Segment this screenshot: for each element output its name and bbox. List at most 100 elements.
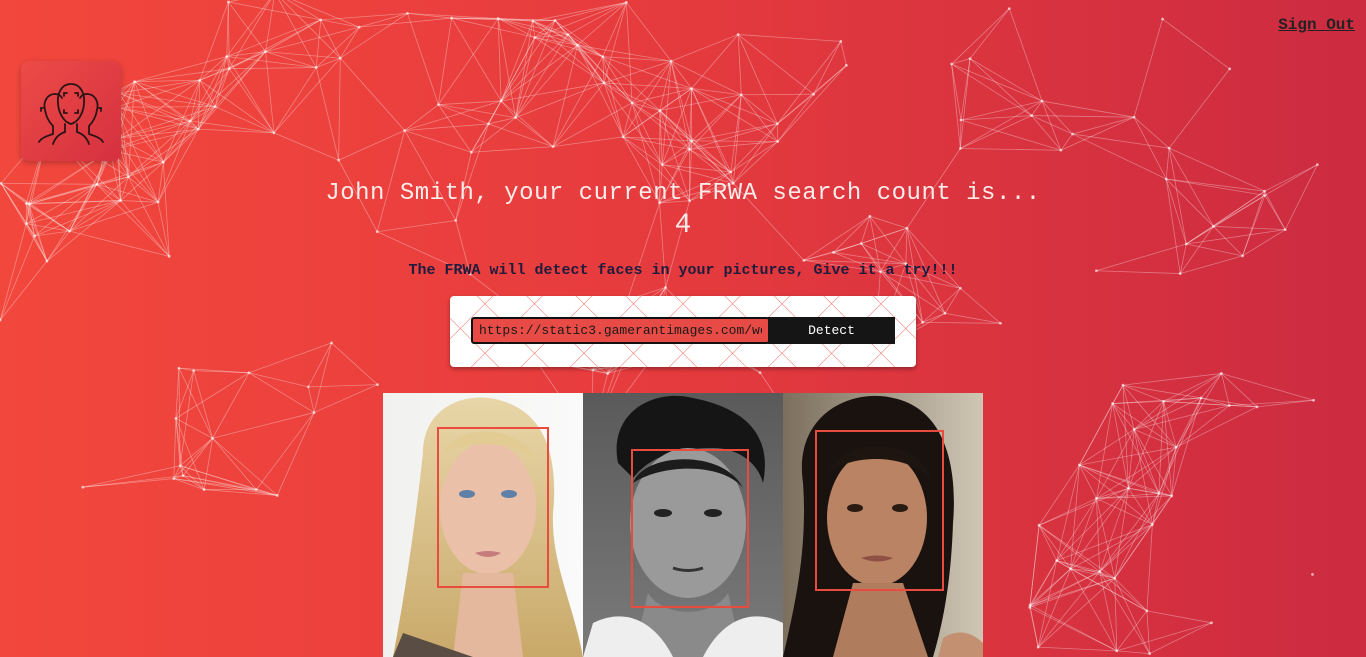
particle-link: [1133, 429, 1160, 494]
particle-link: [173, 478, 278, 496]
particle-dot: [1227, 404, 1231, 407]
particle-link: [1031, 115, 1135, 118]
particle-dot: [601, 55, 605, 59]
particle-dot: [496, 17, 500, 20]
particle-link: [532, 20, 536, 38]
particle-link: [1029, 577, 1115, 608]
particle-link: [1099, 571, 1150, 654]
particle-link: [229, 19, 321, 70]
particle-link: [315, 19, 322, 68]
particle-link: [1176, 405, 1230, 448]
particle-dot: [669, 59, 673, 63]
particle-link: [1146, 610, 1151, 654]
particle-dot: [1036, 645, 1040, 649]
particle-dot: [1151, 523, 1154, 526]
particle-link: [577, 44, 633, 104]
particle-link: [732, 94, 742, 184]
particle-link: [331, 342, 378, 385]
particle-link: [777, 65, 847, 142]
particle-link: [603, 2, 627, 84]
particle-link: [173, 478, 257, 491]
particle-link: [740, 94, 779, 142]
particle-dot: [1098, 570, 1102, 573]
particle-dot: [1255, 405, 1259, 409]
particle-link: [488, 123, 554, 148]
detect-button[interactable]: Detect: [768, 317, 895, 344]
particle-dot: [306, 385, 310, 389]
particle-dot: [1132, 428, 1136, 431]
particle-dot: [1069, 567, 1072, 571]
particle-dot: [247, 371, 251, 375]
particle-link: [960, 115, 1032, 149]
particle-link: [1168, 68, 1231, 149]
particle-dot: [658, 109, 662, 112]
particle-dot: [1157, 492, 1161, 495]
particle-dot: [999, 321, 1002, 325]
particle-link: [1037, 571, 1101, 648]
particle-dot: [314, 66, 318, 69]
particle-dot: [1228, 67, 1232, 71]
particle-link: [602, 2, 627, 57]
particle-link: [691, 34, 739, 89]
particle-dot: [376, 383, 379, 387]
sign-out-link[interactable]: Sign Out: [1278, 16, 1355, 34]
face-detection-box: [815, 430, 944, 591]
image-url-input[interactable]: [471, 317, 770, 344]
particle-link: [404, 130, 472, 153]
particle-link: [515, 34, 569, 118]
particle-link: [338, 58, 341, 161]
particle-dot: [177, 366, 181, 370]
particle-dot: [198, 78, 202, 82]
particle-link: [1114, 578, 1150, 654]
particle-dot: [943, 311, 947, 315]
particle-link: [777, 93, 814, 142]
particle-dot: [630, 101, 634, 105]
particle-link: [116, 79, 200, 108]
particle-link: [1186, 243, 1243, 257]
particle-dot: [739, 93, 743, 97]
particle-link: [691, 123, 778, 142]
particle-link: [228, 1, 266, 52]
faces-icon: [38, 83, 104, 145]
particle-link: [737, 34, 742, 95]
particle-link: [438, 18, 499, 105]
particle-dot: [531, 19, 535, 23]
particle-link: [671, 34, 739, 62]
particle-dot: [624, 1, 628, 4]
particle-link: [777, 93, 814, 125]
particle-dot: [133, 80, 137, 83]
particle-dot: [1059, 148, 1063, 152]
particle-dot: [844, 63, 848, 67]
particle-link: [922, 321, 1001, 324]
particle-dot: [126, 175, 130, 179]
particle-link: [1133, 429, 1177, 448]
particle-dot: [1095, 497, 1098, 500]
particle-dot: [758, 371, 762, 375]
particle-dot: [226, 0, 230, 4]
particle-dot: [1132, 115, 1136, 119]
particle-dot: [312, 411, 316, 414]
particle-link: [500, 100, 554, 147]
particle-link: [625, 2, 633, 103]
particle-dot: [688, 147, 691, 151]
particle-dot: [1145, 609, 1149, 613]
particle-link: [1134, 405, 1230, 430]
particle-link: [567, 2, 627, 35]
particle-dot: [566, 33, 570, 36]
particle-dot: [192, 369, 196, 373]
particle-link: [320, 19, 341, 59]
particle-link: [1056, 524, 1153, 561]
particle-dot: [403, 129, 407, 132]
face-detection-box: [631, 449, 749, 608]
particle-link: [313, 342, 332, 413]
particle-link: [173, 418, 177, 479]
particle-dot: [406, 11, 409, 15]
particle-dot: [337, 158, 341, 162]
particle-link: [960, 287, 1001, 324]
particle-link: [1056, 464, 1080, 561]
particle-dot: [1170, 494, 1174, 498]
particle-link: [471, 146, 554, 153]
particle-link: [229, 67, 317, 70]
particle-dot: [958, 286, 962, 290]
particle-dot: [729, 170, 733, 174]
